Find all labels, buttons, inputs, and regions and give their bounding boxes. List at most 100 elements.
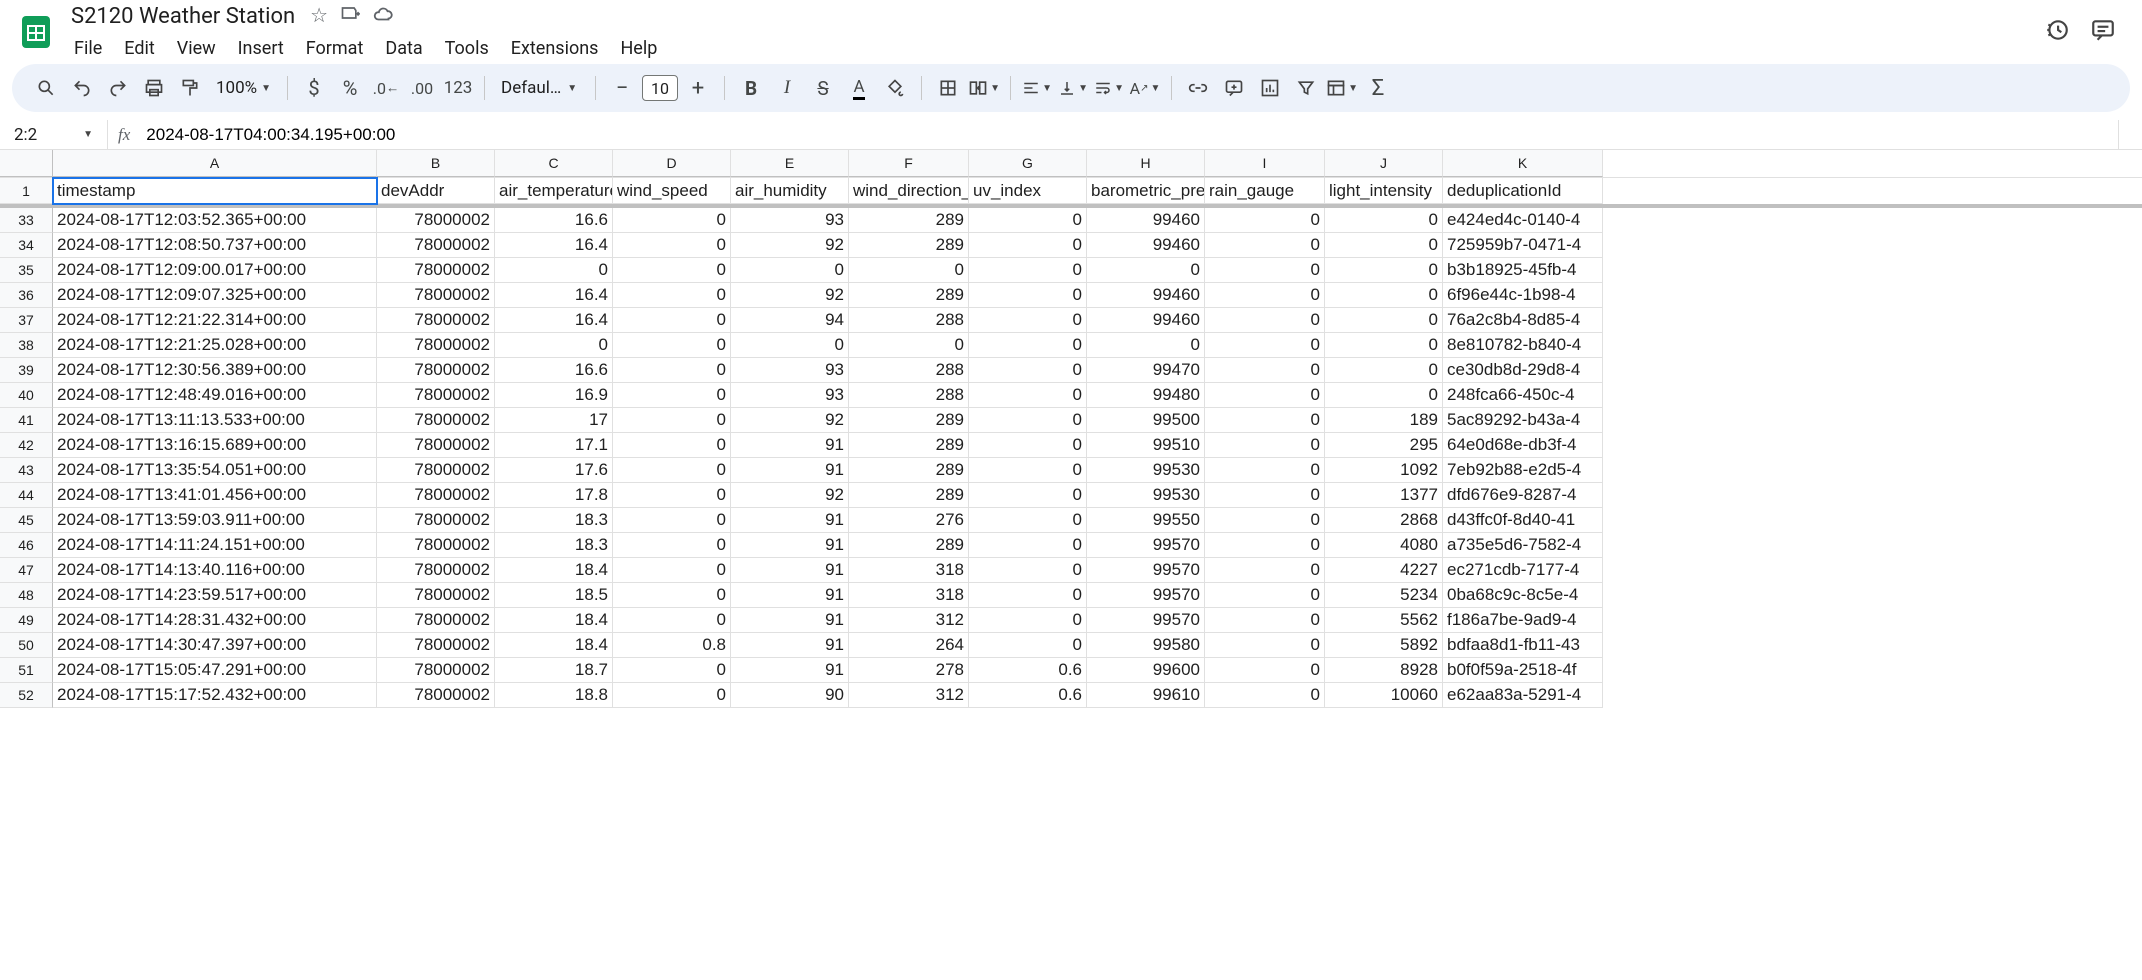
cell[interactable]: 318 (849, 558, 969, 583)
cell[interactable]: 0 (1205, 508, 1325, 533)
cell[interactable]: 0 (613, 408, 731, 433)
cell[interactable]: 0 (1325, 333, 1443, 358)
cell[interactable]: 78000002 (377, 283, 495, 308)
cell[interactable]: 18.3 (495, 508, 613, 533)
column-header-C[interactable]: C (495, 150, 613, 177)
cell[interactable]: 0 (1325, 233, 1443, 258)
cell[interactable]: 91 (731, 608, 849, 633)
cell[interactable]: 92 (731, 483, 849, 508)
cell[interactable]: 0 (613, 483, 731, 508)
cell[interactable]: 0 (969, 633, 1087, 658)
cell[interactable]: 5892 (1325, 633, 1443, 658)
row-header[interactable]: 49 (0, 608, 53, 633)
cell[interactable]: 78000002 (377, 458, 495, 483)
cell[interactable]: 0 (969, 383, 1087, 408)
cell[interactable]: 78000002 (377, 558, 495, 583)
cell[interactable]: 18.3 (495, 533, 613, 558)
menu-help[interactable]: Help (610, 34, 667, 63)
cell[interactable]: 0.8 (613, 633, 731, 658)
cell[interactable]: e62aa83a-5291-4 (1443, 683, 1603, 708)
cell[interactable]: 0.6 (969, 658, 1087, 683)
cell[interactable]: 2024-08-17T14:30:47.397+00:00 (53, 633, 377, 658)
cell[interactable]: 93 (731, 358, 849, 383)
cell[interactable]: 0 (969, 508, 1087, 533)
font-family-select[interactable]: Defaul… ▼ (495, 78, 585, 98)
cell[interactable]: 2024-08-17T12:08:50.737+00:00 (53, 233, 377, 258)
cell[interactable]: 16.6 (495, 358, 613, 383)
cell[interactable]: 17.1 (495, 433, 613, 458)
cell[interactable]: 7eb92b88-e2d5-4 (1443, 458, 1603, 483)
row-header[interactable]: 38 (0, 333, 53, 358)
column-header-B[interactable]: B (377, 150, 495, 177)
cell[interactable]: 8928 (1325, 658, 1443, 683)
cell[interactable]: 0 (969, 258, 1087, 283)
cell[interactable]: deduplicationId (1443, 178, 1603, 204)
cell[interactable]: dfd676e9-8287-4 (1443, 483, 1603, 508)
cell[interactable]: 289 (849, 208, 969, 233)
cell[interactable]: 289 (849, 233, 969, 258)
cell[interactable]: 2024-08-17T15:05:47.291+00:00 (53, 658, 377, 683)
cell[interactable]: 78000002 (377, 683, 495, 708)
cell[interactable]: 99550 (1087, 508, 1205, 533)
cell[interactable]: 0 (1087, 333, 1205, 358)
cell[interactable]: 78000002 (377, 308, 495, 333)
cell[interactable]: 0 (1205, 358, 1325, 383)
cell[interactable]: 99480 (1087, 383, 1205, 408)
comments-icon[interactable] (2090, 17, 2116, 47)
cell[interactable]: 76a2c8b4-8d85-4 (1443, 308, 1603, 333)
cell[interactable]: 318 (849, 583, 969, 608)
menu-view[interactable]: View (167, 34, 226, 63)
cell[interactable]: 0 (969, 583, 1087, 608)
italic-icon[interactable]: I (771, 72, 803, 104)
cell[interactable]: 99530 (1087, 458, 1205, 483)
zoom-select[interactable]: 100% ▼ (210, 78, 277, 98)
row-header[interactable]: 44 (0, 483, 53, 508)
cell[interactable]: 0 (1205, 458, 1325, 483)
insert-chart-icon[interactable] (1254, 72, 1286, 104)
cell[interactable]: 0 (849, 333, 969, 358)
cell[interactable]: 0 (1325, 358, 1443, 383)
cell[interactable]: 0 (613, 258, 731, 283)
cell[interactable]: 278 (849, 658, 969, 683)
cell[interactable]: 16.4 (495, 308, 613, 333)
cell[interactable]: 0.6 (969, 683, 1087, 708)
cell[interactable]: 92 (731, 408, 849, 433)
cell[interactable]: 0 (495, 258, 613, 283)
cell[interactable]: 78000002 (377, 433, 495, 458)
cell[interactable]: b3b18925-45fb-4 (1443, 258, 1603, 283)
cell[interactable]: 2024-08-17T13:16:15.689+00:00 (53, 433, 377, 458)
cell[interactable]: 91 (731, 558, 849, 583)
filter-views-icon[interactable]: ▼ (1326, 72, 1358, 104)
cell[interactable]: 0 (1087, 258, 1205, 283)
cell[interactable]: 289 (849, 533, 969, 558)
cell[interactable]: 0 (969, 283, 1087, 308)
cell[interactable]: 312 (849, 608, 969, 633)
currency-icon[interactable]: $ (298, 72, 330, 104)
text-color-icon[interactable]: A (843, 72, 875, 104)
cell[interactable]: 93 (731, 208, 849, 233)
cell[interactable]: 5234 (1325, 583, 1443, 608)
cell[interactable]: b0f0f59a-2518-4f (1443, 658, 1603, 683)
cell[interactable]: 18.4 (495, 633, 613, 658)
cell[interactable]: 17 (495, 408, 613, 433)
cell[interactable]: 0 (731, 258, 849, 283)
cell[interactable]: a735e5d6-7582-4 (1443, 533, 1603, 558)
decrease-font-icon[interactable]: − (606, 72, 638, 104)
menu-extensions[interactable]: Extensions (501, 34, 609, 63)
cell[interactable]: air_humidity (731, 178, 849, 204)
cell[interactable]: 6f96e44c-1b98-4 (1443, 283, 1603, 308)
cell[interactable]: 17.6 (495, 458, 613, 483)
column-header-E[interactable]: E (731, 150, 849, 177)
cell[interactable]: 276 (849, 508, 969, 533)
cell[interactable]: 2024-08-17T12:03:52.365+00:00 (53, 208, 377, 233)
cell[interactable]: 2024-08-17T14:11:24.151+00:00 (53, 533, 377, 558)
cell[interactable]: 0 (613, 383, 731, 408)
cell[interactable]: 2024-08-17T13:41:01.456+00:00 (53, 483, 377, 508)
bold-icon[interactable]: B (735, 72, 767, 104)
cell[interactable]: 99460 (1087, 208, 1205, 233)
column-header-G[interactable]: G (969, 150, 1087, 177)
cell[interactable]: timestamp (53, 178, 377, 204)
row-header[interactable]: 40 (0, 383, 53, 408)
undo-icon[interactable] (66, 72, 98, 104)
cell[interactable]: 2024-08-17T13:35:54.051+00:00 (53, 458, 377, 483)
